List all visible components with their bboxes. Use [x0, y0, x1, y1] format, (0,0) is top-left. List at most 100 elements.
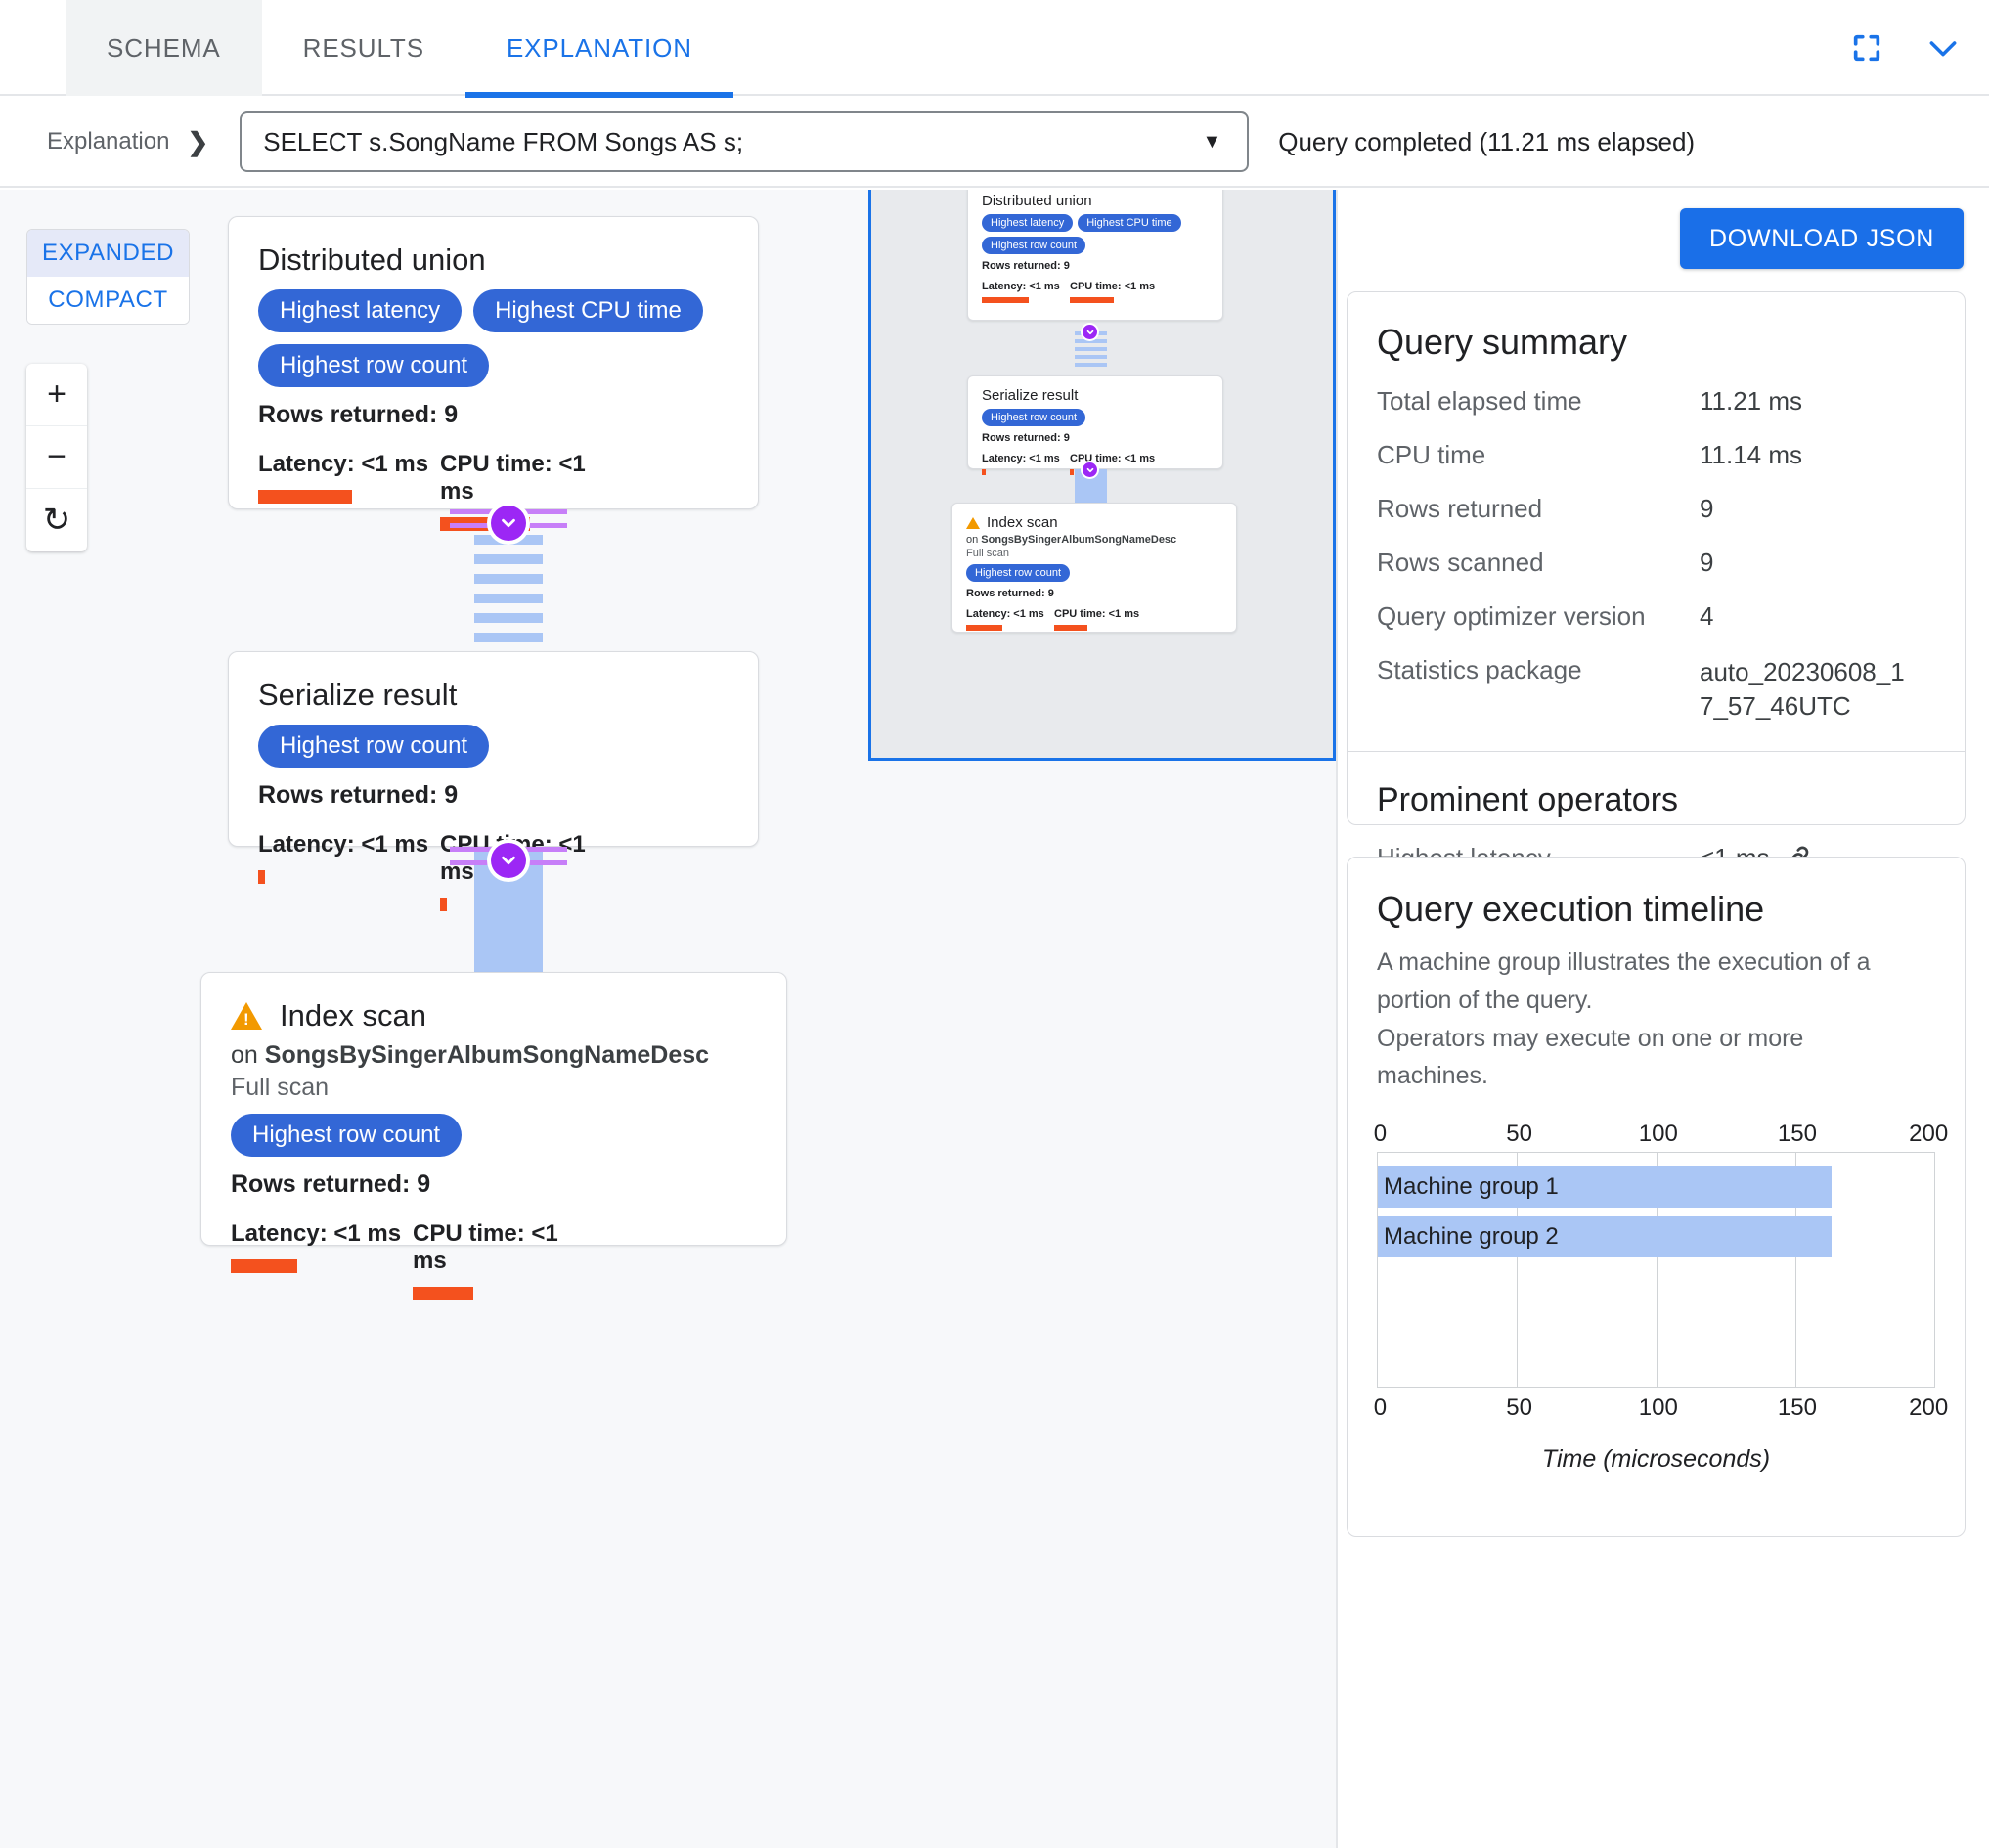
query-select-value: SELECT s.SongName FROM Songs AS s;: [263, 126, 744, 156]
node-title-row: Distributed union: [258, 242, 729, 278]
summary-row-label: Total elapsed time: [1377, 386, 1582, 416]
timeline-chart: 0 50 100 150 200 Machine group 1 Machine…: [1373, 1121, 1948, 1474]
xtick-bottom-100: 100: [1638, 1394, 1678, 1421]
chart-bar-machine-group-2[interactable]: Machine group 2: [1378, 1216, 1832, 1257]
minimap-index-target: on SongsBySingerAlbumSongNameDesc: [966, 534, 1222, 546]
view-mode-expanded[interactable]: EXPANDED: [27, 230, 189, 277]
metric-latency-bar: [258, 490, 352, 504]
xtick-bottom-150: 150: [1777, 1394, 1817, 1421]
minimap-node-distributed-union[interactable]: Distributed union Highest latency Highes…: [967, 190, 1223, 321]
metric-cpu-label: CPU time: <1 ms: [413, 1220, 558, 1274]
node-index-target: on SongsBySingerAlbumSongNameDesc: [231, 1041, 757, 1070]
minimap-chip-2[interactable]: [1083, 462, 1097, 477]
query-select[interactable]: SELECT s.SongName FROM Songs AS s; ▼: [240, 111, 1250, 172]
summary-row-value: 4: [1700, 601, 1714, 631]
xtick-bottom-200: 200: [1909, 1394, 1949, 1421]
minimap-node-index-scan[interactable]: Index scan on SongsBySingerAlbumSongName…: [951, 503, 1237, 633]
query-summary-title: Query summary: [1377, 322, 1628, 362]
caret-down-icon: ▼: [1202, 130, 1222, 153]
minimap-metric-cpu-label: CPU time: <1 ms: [1054, 608, 1140, 620]
query-bar: Explanation ❯ SELECT s.SongName FROM Son…: [0, 98, 1989, 188]
timeline-desc-line-2: portion of the query.: [1377, 986, 1593, 1014]
metric-cpu: CPU time: <1 ms: [413, 1220, 595, 1300]
node-rows-returned: Rows returned: 9: [258, 401, 459, 428]
minimap-node-badges: Highest row count: [982, 409, 1209, 426]
download-json-button[interactable]: DOWNLOAD JSON: [1680, 208, 1964, 269]
breadcrumb-label: Explanation: [47, 128, 170, 154]
summary-row-value: 9: [1700, 548, 1714, 577]
minimap-node-rows: Rows returned: 9: [966, 588, 1054, 599]
minimap-chip-1[interactable]: [1083, 325, 1097, 339]
minimap-metric-cpu: CPU time: <1 ms: [1070, 281, 1158, 303]
summary-row-label: Query optimizer version: [1377, 601, 1646, 631]
xtick-bottom-0: 0: [1373, 1394, 1388, 1421]
node-index-name: SongsBySingerAlbumSongNameDesc: [264, 1041, 710, 1069]
chart-bar-machine-group-1[interactable]: Machine group 1: [1378, 1166, 1832, 1208]
chevron-down-icon[interactable]: [1921, 25, 1966, 70]
graph-node-index-scan[interactable]: Index scan on SongsBySingerAlbumSongName…: [200, 972, 787, 1300]
query-summary-body: Query summary Total elapsed time 11.21 m…: [1348, 292, 1965, 751]
summary-row-value: 11.21 ms: [1700, 386, 1803, 416]
summary-row-label: CPU time: [1377, 440, 1486, 469]
graph-pane[interactable]: EXPANDED COMPACT + − ↻ Distributed union…: [0, 190, 1338, 1848]
timeline-description: A machine group illustrates the executio…: [1377, 944, 1935, 1095]
badge-highest-row-count: Highest row count: [258, 725, 490, 768]
reset-view-button[interactable]: ↻: [26, 489, 87, 551]
node-rows-returned: Rows returned: 9: [258, 781, 459, 809]
minimap-node-badges: Highest row count: [966, 564, 1222, 582]
minimap-node-title: Serialize result: [982, 387, 1079, 404]
tab-schema[interactable]: SCHEMA: [66, 0, 262, 96]
zoom-in-button[interactable]: +: [26, 364, 87, 426]
minimap-badge-highest-row-count: Highest row count: [982, 237, 1086, 254]
graph-node-distributed-union[interactable]: Distributed union Highest latency Highes…: [228, 216, 759, 531]
metric-latency-label: Latency: <1 ms: [258, 451, 429, 477]
xtick-bottom-50: 50: [1506, 1394, 1532, 1421]
side-pane: DOWNLOAD JSON Query summary Total elapse…: [1340, 190, 1989, 1848]
minimap-badge-highest-row-count: Highest row count: [982, 409, 1086, 426]
breadcrumb: Explanation ❯: [47, 127, 208, 157]
minimap-metric-cpu-bar: [1070, 297, 1114, 303]
fullscreen-icon[interactable]: [1844, 25, 1889, 70]
chevron-right-icon: ❯: [187, 126, 209, 156]
node-title-row: Index scan: [231, 998, 757, 1034]
metric-latency-bar: [231, 1259, 297, 1273]
minimap-node-badges: Highest latency Highest CPU time Highest…: [982, 214, 1209, 254]
view-mode-toggle: EXPANDED COMPACT: [26, 229, 190, 325]
explanation-page: SCHEMA RESULTS EXPLANATION Explanation ❯: [0, 0, 1989, 1848]
metric-latency: Latency: <1 ms: [258, 831, 440, 911]
query-status: Query completed (11.21 ms elapsed): [1278, 126, 1696, 156]
graph-minimap[interactable]: Distributed union Highest latency Highes…: [868, 190, 1336, 761]
chart-x-axis-title: Time (microseconds): [1541, 1445, 1771, 1473]
chart-bar-label: Machine group 2: [1384, 1223, 1559, 1250]
minimap-metric-latency: Latency: <1 ms: [966, 608, 1054, 631]
tab-bar-actions: [1844, 0, 1966, 96]
summary-row-value: 9: [1700, 494, 1714, 523]
minimap-index-name: SongsBySingerAlbumSongNameDesc: [981, 534, 1177, 546]
metric-cpu-bar: [413, 1287, 473, 1300]
metric-latency: Latency: <1 ms: [258, 451, 440, 531]
minimap-node-title-row: Index scan: [966, 514, 1222, 531]
minimap-metric-latency-bar: [982, 469, 986, 475]
metric-latency-bar: [258, 870, 265, 884]
expand-collapse-chip-1[interactable]: [491, 506, 526, 541]
view-mode-compact[interactable]: COMPACT: [27, 277, 189, 324]
summary-row: Query optimizer version 4: [1377, 601, 1935, 632]
minimap-on-prefix: on: [966, 534, 982, 546]
zoom-out-button[interactable]: −: [26, 426, 87, 489]
graph-node-serialize-result[interactable]: Serialize result Highest row count Rows …: [228, 651, 759, 911]
summary-row-value: 11.14 ms: [1700, 440, 1803, 469]
xtick-top-0: 0: [1373, 1121, 1388, 1147]
xtick-top-200: 200: [1909, 1121, 1949, 1147]
query-execution-timeline-card: Query execution timeline A machine group…: [1347, 857, 1966, 1537]
summary-row: Statistics package auto_20230608_17_57_4…: [1377, 655, 1935, 724]
warning-triangle-icon: [966, 516, 980, 529]
minimap-node-serialize-result[interactable]: Serialize result Highest row count Rows …: [967, 375, 1223, 475]
tab-results[interactable]: RESULTS: [262, 0, 465, 96]
chart-xticks-top: 0 50 100 150 200: [1373, 1121, 1948, 1152]
xtick-top-50: 50: [1506, 1121, 1532, 1147]
minimap-metric-cpu-label: CPU time: <1 ms: [1070, 453, 1156, 464]
tab-explanation[interactable]: EXPLANATION: [464, 0, 733, 98]
node-badges: Highest row count: [258, 725, 729, 768]
expand-collapse-chip-2[interactable]: [491, 843, 526, 878]
timeline-desc-line-1: A machine group illustrates the executio…: [1377, 948, 1871, 976]
